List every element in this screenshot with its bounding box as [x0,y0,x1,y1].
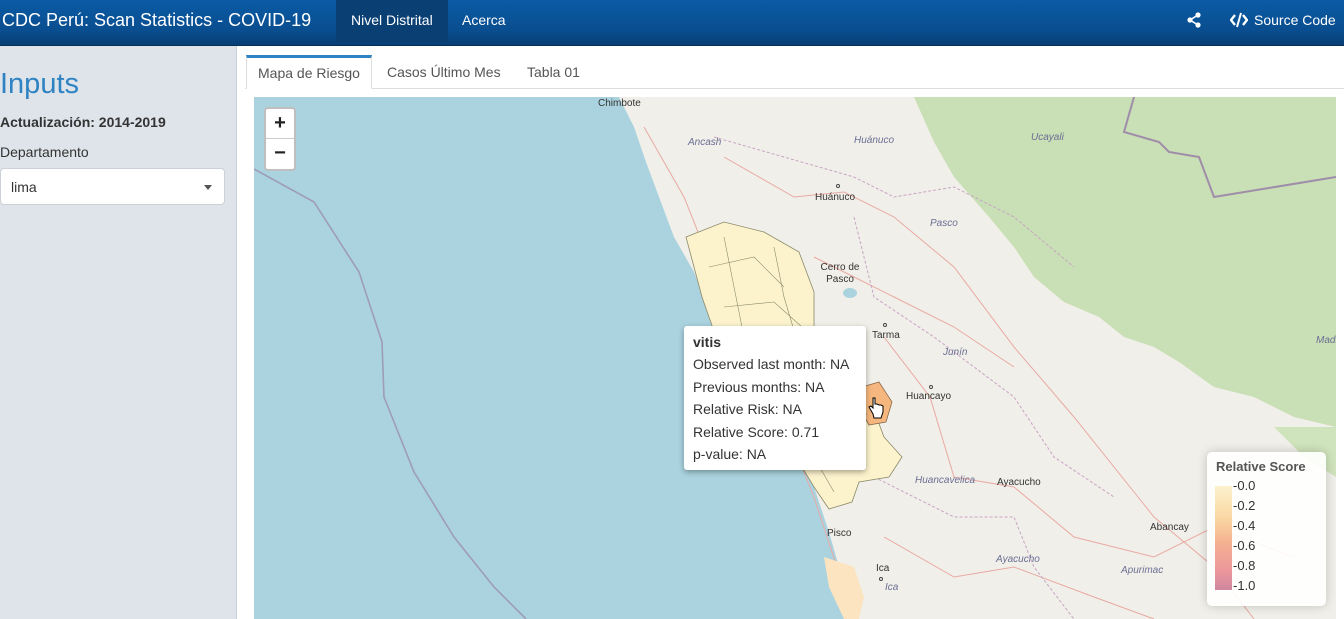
place-label: Tarma [872,330,900,341]
place-label: Chimbote [598,98,641,109]
region-label: Madre de Dios [1316,335,1336,346]
department-label: Departamento [0,144,89,160]
legend-label: -0.0 [1233,478,1256,493]
department-value: lima [11,179,37,195]
map-legend: Relative Score -0.0 -0.2 -0.4 -0.6 -0.8 … [1207,452,1326,606]
legend-label: -1.0 [1233,578,1256,593]
legend-title: Relative Score [1216,459,1306,474]
region-label: Huancavelica [915,475,976,486]
nav-nivel-distrital[interactable]: Nivel Distrital [336,0,448,42]
sidebar-title: Inputs [0,68,79,100]
region-label: Apurimac [1121,565,1164,576]
region-label: Ayacucho [996,554,1040,565]
zoom-out-button[interactable]: − [266,139,294,169]
region-label: Huánuco [854,135,895,146]
place-label: Huancayo [906,391,952,402]
region-label: Junín [943,347,968,358]
region-label: Ucayali [1031,132,1064,143]
tab-bar: Mapa de Riesgo Casos Último Mes Tabla 01 [245,55,1344,89]
city-dot [836,184,840,188]
popup-previous: Previous months: NA [693,378,825,395]
place-label: Ica [876,563,890,574]
update-label: Actualización: 2014-2019 [0,114,166,130]
app-title: CDC Perú: Scan Statistics - COVID-19 [2,10,312,30]
nav-acerca[interactable]: Acerca [447,0,521,42]
tab-casos-ultimo-mes[interactable]: Casos Último Mes [376,55,512,89]
tab-tabla-01[interactable]: Tabla 01 [516,55,591,89]
department-select[interactable]: lima [0,168,225,205]
sidebar-panel: Inputs Actualización: 2014-2019 Departam… [0,46,237,619]
code-icon [1229,12,1249,28]
place-label: Pisco [827,528,852,539]
legend-label: -0.6 [1233,538,1256,553]
tab-mapa-de-riesgo[interactable]: Mapa de Riesgo [246,55,372,89]
popup-observed: Observed last month: NA [693,356,850,372]
popup-relative-score: Relative Score: 0.71 [693,423,820,440]
popup-pvalue: p-value: NA [693,446,767,462]
region-label: Pasco [930,218,958,229]
city-dot [879,577,883,581]
hand-cursor-icon [868,397,884,419]
chevron-down-icon [204,185,212,190]
share-icon[interactable] [1186,12,1202,28]
city-dot [883,323,887,327]
region-label: Ancash [688,137,722,148]
region-label: Ica [885,582,899,593]
popup-title: vitis [693,334,722,350]
map-popup: vitis Observed last month: NA Previous m… [684,326,866,470]
place-label: Huánuco [815,192,856,203]
place-label: Abancay [1150,522,1189,533]
legend-label: -0.2 [1233,498,1256,513]
legend-color-bar [1215,486,1232,590]
source-code-label: Source Code [1254,12,1336,28]
popup-relative-risk: Relative Risk: NA [693,401,802,417]
zoom-control: + − [264,107,296,171]
legend-label: -0.8 [1233,558,1256,573]
source-code-link[interactable]: Source Code [1229,0,1336,40]
top-navbar: CDC Perú: Scan Statistics - COVID-19 Niv… [0,0,1344,46]
legend-label: -0.4 [1233,518,1256,533]
zoom-in-button[interactable]: + [266,109,294,139]
place-label: Cerro de Pasco [820,262,860,285]
place-label: Ayacucho [997,477,1041,488]
city-dot [929,385,933,389]
